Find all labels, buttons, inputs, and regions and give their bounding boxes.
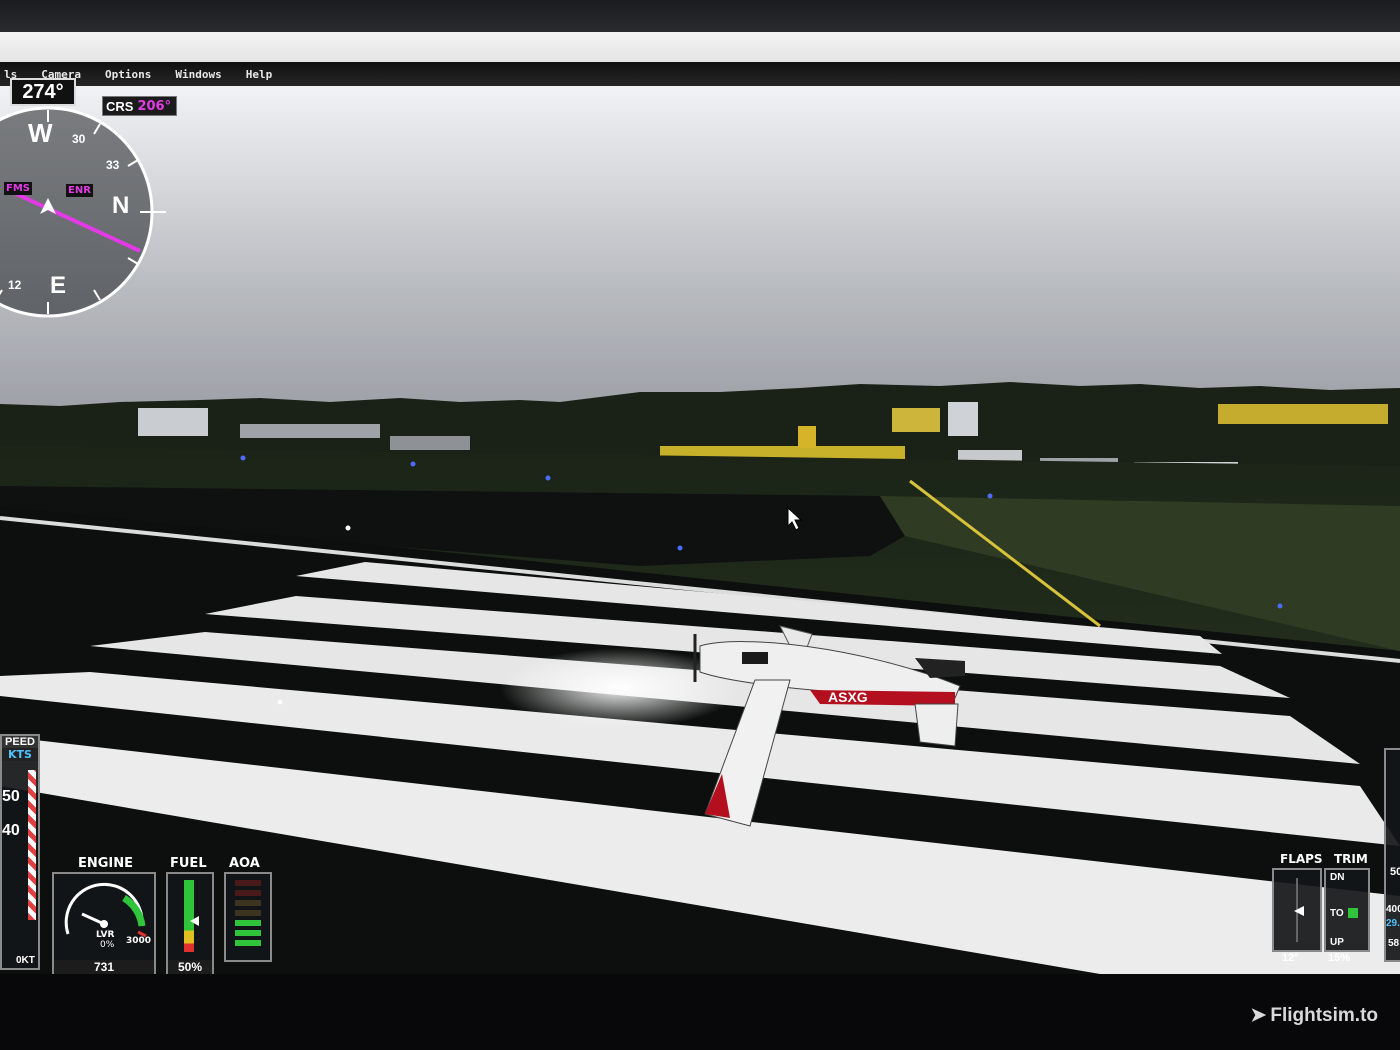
watermark: ➤ Flightsim.to bbox=[1250, 1005, 1378, 1026]
window-title bbox=[4, 38, 11, 52]
airspeed-readout: 0KT bbox=[16, 955, 35, 966]
altimeter-bottom: 58 bbox=[1388, 938, 1400, 949]
engine-max: 3000 bbox=[126, 936, 152, 946]
altimeter-tick-2: 400 bbox=[1386, 904, 1400, 915]
airspeed-tape: PEED KTS 50 40 0KT bbox=[0, 734, 40, 970]
flaps-gauge bbox=[1272, 868, 1322, 952]
menu-item-windows[interactable]: Windows bbox=[175, 68, 221, 81]
trim-to: TO bbox=[1330, 908, 1344, 919]
engine-pct: 0% bbox=[100, 940, 115, 950]
engine-label: ENGINE bbox=[78, 856, 134, 871]
compass-tick-12: 12 bbox=[8, 278, 22, 292]
window-titlebar bbox=[0, 32, 1400, 66]
monitor-bezel-bottom bbox=[0, 974, 1400, 1050]
airspeed-tick-50: 50 bbox=[2, 788, 20, 805]
aoa-label: AOA bbox=[229, 856, 260, 871]
hsi-compass bbox=[0, 86, 180, 326]
baro-setting: 29.9 bbox=[1386, 918, 1400, 929]
airspeed-tick-40: 40 bbox=[2, 822, 20, 839]
compass-east-label: E bbox=[50, 272, 67, 299]
compass-tick-30: 30 bbox=[72, 132, 86, 146]
airspeed-unit: KTS bbox=[2, 748, 38, 761]
building bbox=[138, 408, 208, 436]
compass-west-label: W bbox=[28, 118, 53, 148]
engine-rpm: 731 bbox=[54, 960, 154, 974]
menu-item-help[interactable]: Help bbox=[246, 68, 273, 81]
airspeed-label: PEED bbox=[2, 736, 38, 748]
fuel-value: 50% bbox=[168, 960, 212, 974]
fuel-gauge: 50% bbox=[166, 872, 214, 974]
control-tower bbox=[798, 426, 816, 448]
altimeter-tick: 50 bbox=[1390, 866, 1400, 878]
flaps-label: FLAPS bbox=[1280, 852, 1323, 866]
altimeter-tape: 50 400 29.9 58 bbox=[1384, 748, 1400, 962]
airspeed-redline bbox=[28, 770, 36, 920]
building bbox=[892, 408, 940, 432]
building bbox=[240, 424, 380, 438]
monitor-bezel-top bbox=[0, 0, 1400, 32]
building bbox=[948, 402, 978, 436]
flight-scene: ASXG bbox=[0, 86, 1400, 974]
menu-item-options[interactable]: Options bbox=[105, 68, 151, 81]
crs-readout: CRS 206° bbox=[102, 96, 177, 116]
sky bbox=[0, 86, 1400, 416]
menu-bar: ls Camera Options Windows Help bbox=[0, 62, 1400, 86]
trim-dn: DN bbox=[1330, 872, 1345, 883]
aoa-gauge bbox=[224, 872, 272, 962]
building bbox=[1218, 404, 1388, 424]
paper-plane-icon: ➤ bbox=[1250, 1005, 1267, 1026]
flaps-value: 12° bbox=[1282, 952, 1299, 964]
trim-label: TRIM bbox=[1334, 852, 1368, 866]
trim-up: UP bbox=[1330, 937, 1344, 948]
fuel-label: FUEL bbox=[170, 856, 207, 871]
trim-gauge: DN TO UP bbox=[1324, 868, 1370, 952]
fms-badge: FMS bbox=[4, 182, 32, 195]
heading-readout: 274° bbox=[10, 78, 76, 106]
enr-badge: ENR bbox=[66, 184, 93, 197]
trim-value: 15% bbox=[1328, 952, 1351, 964]
aircraft-registration: ASXG bbox=[828, 689, 868, 705]
compass-tick-33: 33 bbox=[106, 158, 120, 172]
engine-gauge: LVR 0% 3000 731 bbox=[52, 872, 156, 974]
compass-north-label: N bbox=[112, 192, 130, 219]
engine-lvr: LVR bbox=[96, 930, 115, 940]
building bbox=[390, 436, 470, 450]
simulator-screen: ls Camera Options Windows Help ASXG 274°… bbox=[0, 62, 1400, 974]
